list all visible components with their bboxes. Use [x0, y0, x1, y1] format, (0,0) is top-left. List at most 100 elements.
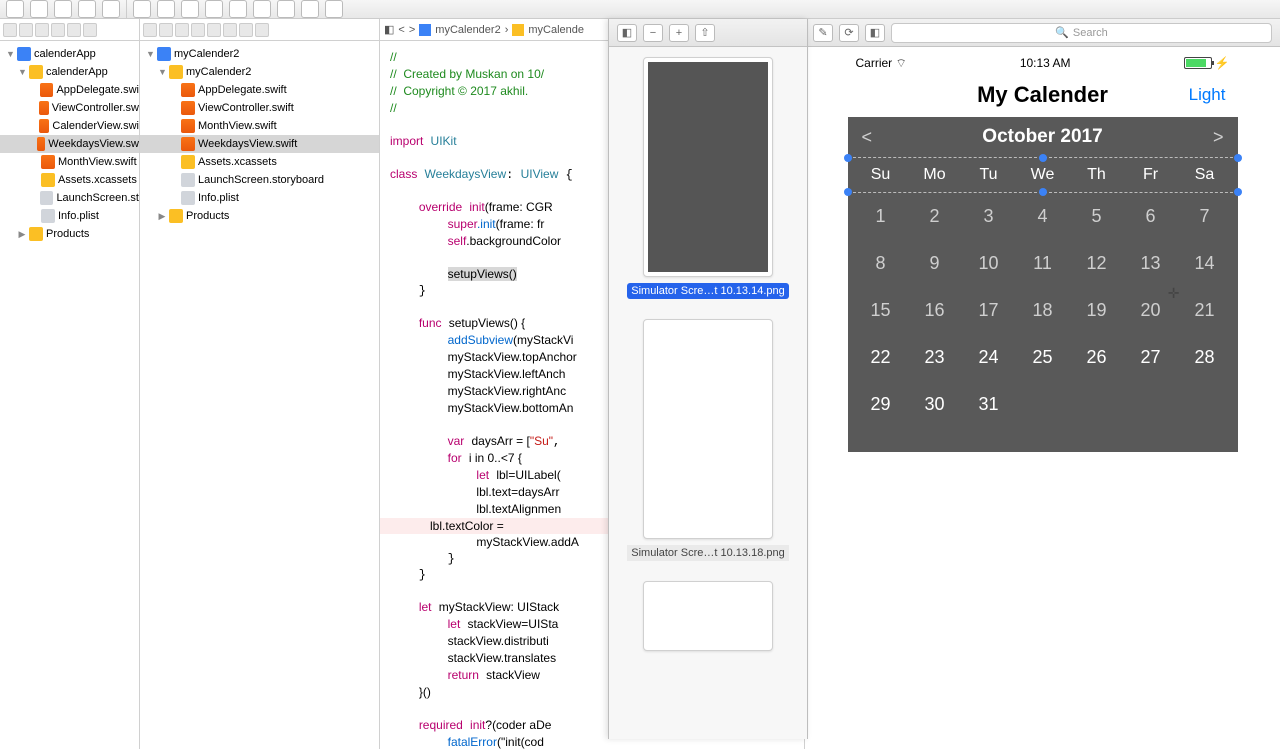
calendar-day[interactable]: 21	[1178, 287, 1232, 334]
tree-root[interactable]: ▼myCalender2	[140, 45, 379, 63]
calendar-day[interactable]: 18	[1016, 287, 1070, 334]
tree-item[interactable]: CalenderView.swi	[0, 117, 139, 135]
calendar-day[interactable]: 6	[1124, 193, 1178, 240]
toolbar-icon[interactable]	[102, 0, 120, 18]
calendar-day	[1016, 381, 1070, 428]
toolbar-icon[interactable]	[277, 0, 295, 18]
xcode-toolbar	[0, 0, 1280, 19]
toolbar-icon[interactable]	[301, 0, 319, 18]
toolbar-icon[interactable]	[78, 0, 96, 18]
tree-item[interactable]: Info.plist	[0, 207, 139, 225]
carrier-label: Carrier	[856, 56, 893, 70]
calendar-day[interactable]: 30	[908, 381, 962, 428]
tree-item[interactable]: ViewController.swift	[140, 99, 379, 117]
next-month-button[interactable]: >	[1213, 127, 1224, 148]
calendar-day[interactable]: 29	[854, 381, 908, 428]
tree-root[interactable]: ▼calenderApp	[0, 45, 139, 63]
tree-item[interactable]: ▶Products	[140, 207, 379, 225]
calendar-day[interactable]: 1	[854, 193, 908, 240]
calendar-day[interactable]: 15	[854, 287, 908, 334]
calendar-day[interactable]: 16	[908, 287, 962, 334]
tree-item[interactable]: AppDelegate.swi	[0, 81, 139, 99]
calendar-day[interactable]: 9	[908, 240, 962, 287]
tree-item[interactable]: LaunchScreen.storyboard	[140, 171, 379, 189]
calendar-row: 891011121314	[848, 240, 1238, 287]
sidebar-icon[interactable]: ◧	[617, 24, 637, 42]
calendar-day[interactable]: 12	[1070, 240, 1124, 287]
calendar-day[interactable]: 10	[962, 240, 1016, 287]
theme-toggle[interactable]: Light	[1189, 85, 1226, 105]
thumbnail[interactable]	[643, 581, 773, 651]
calendar-day[interactable]: 19	[1070, 287, 1124, 334]
calendar-day[interactable]: 3	[962, 193, 1016, 240]
share-icon[interactable]: ⇧	[695, 24, 715, 42]
tree-item[interactable]: MonthView.swift	[0, 153, 139, 171]
tree-item[interactable]: Assets.xcassets	[140, 153, 379, 171]
calendar-day[interactable]: 8	[854, 240, 908, 287]
tree-item[interactable]: ▼myCalender2	[140, 63, 379, 81]
toolbar-icon[interactable]	[54, 0, 72, 18]
weekdays-row: Su Mo Tu We Th Fr Sa	[848, 157, 1238, 193]
simulator-screenshot: Carrier ⌔ 10:13 AM ⚡ My Calender Light <…	[848, 53, 1238, 743]
cursor-icon: ✛	[1168, 285, 1180, 302]
calendar-day[interactable]: 27	[1124, 334, 1178, 381]
calendar-day[interactable]: 5	[1070, 193, 1124, 240]
calendar-day[interactable]: 7	[1178, 193, 1232, 240]
preview-panel: ✎ ⟳ ◧ 🔍Search Carrier ⌔ 10:13 AM ⚡ My Ca…	[805, 19, 1280, 749]
tree-item[interactable]: ViewController.sw	[0, 99, 139, 117]
calendar-day[interactable]: 24	[962, 334, 1016, 381]
project-navigator-2: ▼myCalender2 ▼myCalender2 AppDelegate.sw…	[140, 19, 380, 749]
calendar-day[interactable]: 11	[1016, 240, 1070, 287]
tree-item[interactable]: Assets.xcassets	[0, 171, 139, 189]
tree-item[interactable]: MonthView.swift	[140, 117, 379, 135]
zoom-in-icon[interactable]: +	[669, 24, 689, 42]
calendar-day[interactable]: 26	[1070, 334, 1124, 381]
tree-item[interactable]: ▼calenderApp	[0, 63, 139, 81]
tree-item-selected[interactable]: WeekdaysView.swift	[140, 135, 379, 153]
toolbar-icon[interactable]	[253, 0, 271, 18]
thumbnail-label-selected[interactable]: Simulator Scre…t 10.13.14.png	[627, 283, 788, 299]
finder-column: ◧ − + ⇧ Simulator Scre…t 10.13.14.png Si…	[608, 19, 808, 739]
root-label: calenderApp	[34, 48, 96, 60]
edit-icon[interactable]: ✎	[813, 24, 833, 42]
calendar-day[interactable]: 2	[908, 193, 962, 240]
project-navigator-1: ▼calenderApp ▼calenderApp AppDelegate.sw…	[0, 19, 140, 749]
tree-item[interactable]: AppDelegate.swift	[140, 81, 379, 99]
search-icon: 🔍	[1055, 26, 1069, 39]
tree-item-selected[interactable]: WeekdaysView.sw	[0, 135, 139, 153]
toolbar-icon[interactable]	[157, 0, 175, 18]
toolbar-icon[interactable]	[205, 0, 223, 18]
prev-month-button[interactable]: <	[862, 127, 873, 148]
calendar-row: 293031	[848, 381, 1238, 428]
toolbar-icon[interactable]	[133, 0, 151, 18]
tree-item[interactable]: Info.plist	[140, 189, 379, 207]
calendar-day[interactable]: 23	[908, 334, 962, 381]
toolbar-icon[interactable]	[325, 0, 343, 18]
calendar-day[interactable]: 13	[1124, 240, 1178, 287]
calendar-day[interactable]: 31	[962, 381, 1016, 428]
toolbar-icon[interactable]	[229, 0, 247, 18]
markup-icon[interactable]: ◧	[865, 24, 885, 42]
rotate-icon[interactable]: ⟳	[839, 24, 859, 42]
thumbnail[interactable]	[643, 57, 773, 277]
wifi-icon: ⌔	[896, 56, 907, 70]
calendar-day[interactable]: 28	[1178, 334, 1232, 381]
calendar-day[interactable]: 4	[1016, 193, 1070, 240]
calendar-day[interactable]: 14	[1178, 240, 1232, 287]
calendar-day[interactable]: 17	[962, 287, 1016, 334]
calendar-day[interactable]: 22	[854, 334, 908, 381]
zoom-out-icon[interactable]: −	[643, 24, 663, 42]
search-input[interactable]: 🔍Search	[891, 23, 1272, 43]
month-label: October 2017	[982, 126, 1102, 148]
thumbnail[interactable]	[643, 319, 773, 539]
toolbar-icon[interactable]	[6, 0, 24, 18]
calendar-row: 1234567	[848, 193, 1238, 240]
tree-item[interactable]: ▶Products	[0, 225, 139, 243]
calendar-day[interactable]: 25	[1016, 334, 1070, 381]
tree-item[interactable]: LaunchScreen.st	[0, 189, 139, 207]
toolbar-icon[interactable]	[30, 0, 48, 18]
toolbar-icon[interactable]	[181, 0, 199, 18]
calendar-day	[1070, 381, 1124, 428]
thumbnail-label[interactable]: Simulator Scre…t 10.13.18.png	[627, 545, 788, 561]
calendar-day	[1124, 381, 1178, 428]
